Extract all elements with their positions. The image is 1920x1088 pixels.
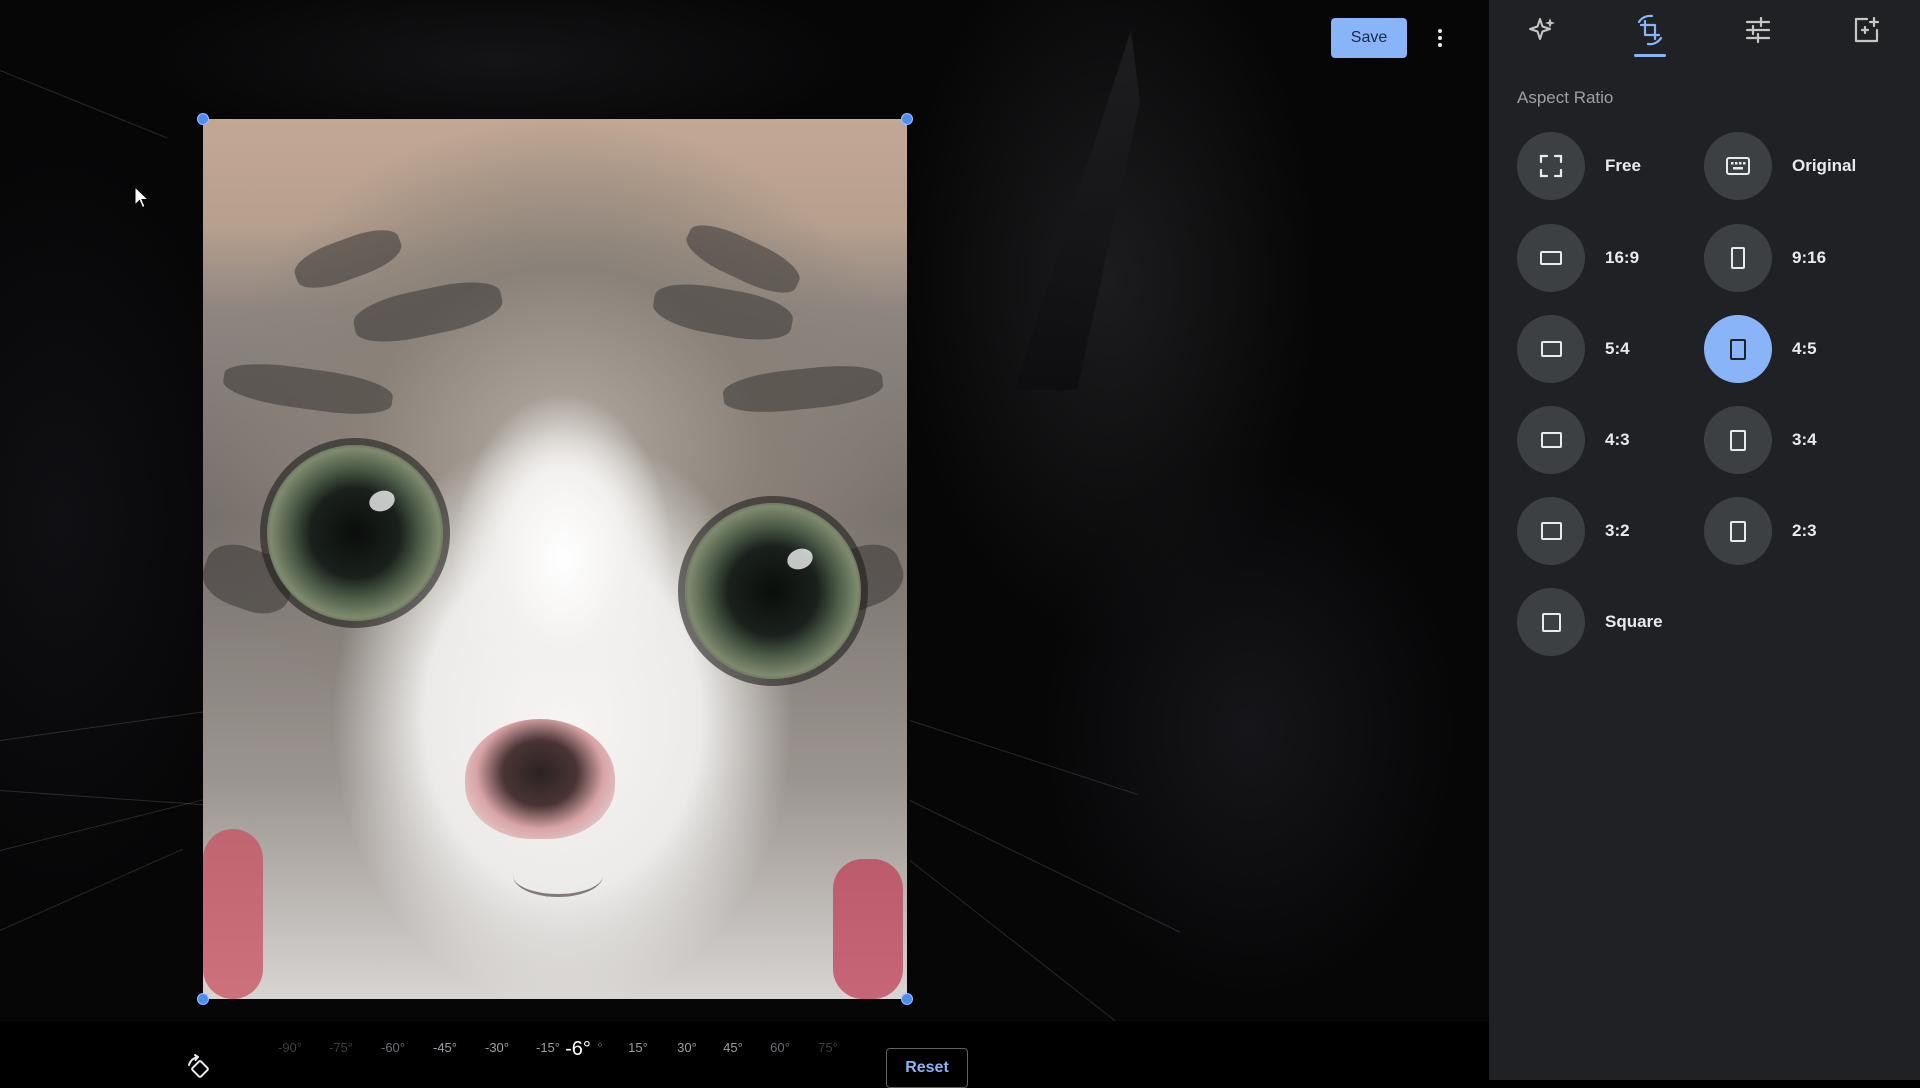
tab-crop-rotate[interactable] [1628, 8, 1672, 52]
rotation-tick: -15° [536, 1040, 560, 1055]
rotation-bar: -90° -75° -60° -45° -30° -15° 15° 30° 45… [0, 1022, 1489, 1088]
crop-region[interactable] [203, 119, 907, 999]
crop-handle-bottom-left[interactable] [197, 993, 209, 1005]
sparkle-icon [1529, 18, 1555, 40]
original-ratio-icon [1726, 157, 1750, 175]
ratio-button-circle [1517, 497, 1585, 565]
rotation-tick: 60° [770, 1040, 790, 1055]
tab-markup[interactable] [1844, 8, 1888, 52]
crop-handle-top-left[interactable] [197, 113, 209, 125]
ratio-option-free[interactable]: Free [1517, 132, 1641, 200]
cat-eye-left [267, 445, 443, 621]
ratio-label: 3:2 [1605, 521, 1630, 540]
ratio-button-circle [1517, 315, 1585, 383]
background-whisker [0, 70, 168, 139]
ratio-button-circle [1704, 497, 1772, 565]
ratio-label: 4:5 [1792, 339, 1817, 358]
ratio-option-4-5[interactable]: 4:5 [1704, 315, 1817, 383]
more-vert-icon[interactable] [1426, 20, 1454, 56]
cat-collar [203, 829, 263, 999]
aspect-ratio-heading: Aspect Ratio [1517, 88, 1614, 107]
ratio-button-circle [1517, 588, 1585, 656]
ratio-button-circle [1704, 224, 1772, 292]
fur-stripe [349, 273, 507, 351]
tab-adjust[interactable] [1736, 8, 1780, 52]
background-whisker [0, 799, 204, 851]
rotation-tick: 15° [628, 1040, 648, 1055]
ratio-button-circle [1517, 224, 1585, 292]
ratio-option-2-3[interactable]: 2:3 [1704, 497, 1817, 565]
ratio-button-circle [1517, 406, 1585, 474]
crop-rotate-icon [1637, 14, 1663, 46]
ratio-label: 2:3 [1792, 521, 1817, 540]
ratio-option-9-16[interactable]: 9:16 [1704, 224, 1826, 292]
ratio-label: Square [1605, 612, 1663, 631]
background-whisker [0, 710, 209, 741]
ratio-label: 16:9 [1605, 248, 1640, 267]
ratio-label: Original [1792, 156, 1857, 175]
rotate-left-icon[interactable] [183, 1053, 215, 1085]
rotation-tick: -90° [278, 1040, 302, 1055]
rotation-tick: 30° [677, 1040, 697, 1055]
background-whisker [0, 790, 210, 806]
cat-mouth [513, 854, 603, 897]
ratio-label: 3:4 [1792, 430, 1817, 449]
cat-eye-right [685, 503, 861, 679]
portrait-ratio-icon [1730, 429, 1746, 451]
background-cat-ear [1014, 30, 1140, 390]
square-ratio-icon [1541, 612, 1561, 632]
free-crop-icon [1539, 154, 1563, 178]
ratio-option-16-9[interactable]: 16:9 [1517, 224, 1639, 292]
ratio-label: 5:4 [1605, 339, 1630, 358]
portrait-ratio-icon [1730, 520, 1746, 542]
fur-stripe [221, 357, 395, 421]
ratio-label: Free [1605, 156, 1641, 175]
cat-nose [465, 719, 615, 839]
background-whisker [909, 720, 1139, 796]
portrait-ratio-icon [1730, 338, 1746, 360]
rotation-tick: 45° [723, 1040, 743, 1055]
fur-stripe [721, 360, 885, 418]
active-tab-indicator [1634, 54, 1666, 57]
reset-button[interactable]: Reset [886, 1048, 968, 1088]
rotation-tick: -30° [485, 1040, 509, 1055]
rotation-tick-suffix: ° [597, 1040, 603, 1055]
ratio-option-4-3[interactable]: 4:3 [1517, 406, 1630, 474]
portrait-ratio-icon [1731, 247, 1745, 269]
ratio-button-circle [1517, 132, 1585, 200]
ratio-option-5-4[interactable]: 5:4 [1517, 315, 1630, 383]
mouse-pointer-icon [134, 186, 150, 209]
ratio-button-circle [1704, 315, 1772, 383]
ratio-label: 4:3 [1605, 430, 1630, 449]
ratio-label: 9:16 [1792, 248, 1827, 267]
ratio-button-circle [1704, 132, 1772, 200]
add-to-photo-icon [1854, 16, 1880, 43]
photo-canvas [0, 0, 1489, 1022]
rotation-current-angle: -6° [565, 1038, 591, 1060]
tune-icon [1745, 16, 1771, 44]
rotation-tick: -75° [329, 1040, 353, 1055]
rotation-tick: -60° [381, 1040, 405, 1055]
cat-collar [833, 859, 903, 999]
background-whisker [0, 848, 183, 931]
landscape-ratio-icon [1540, 432, 1562, 448]
fur-stripe [289, 221, 407, 297]
save-button[interactable]: Save [1331, 18, 1407, 58]
ratio-option-3-4[interactable]: 3:4 [1704, 406, 1817, 474]
landscape-ratio-icon [1540, 341, 1562, 357]
ratio-option-3-2[interactable]: 3:2 [1517, 497, 1630, 565]
ratio-button-circle [1704, 406, 1772, 474]
ratio-option-original[interactable]: Original [1704, 132, 1856, 200]
landscape-ratio-icon [1540, 251, 1562, 265]
rotation-tick: 75° [818, 1040, 838, 1055]
rotation-tick: -45° [433, 1040, 457, 1055]
tab-suggestions[interactable] [1520, 8, 1564, 52]
landscape-ratio-icon [1540, 522, 1562, 540]
background-whisker [909, 800, 1180, 933]
ratio-option-square[interactable]: Square [1517, 588, 1663, 656]
crop-handle-top-right[interactable] [901, 113, 913, 125]
crop-handle-bottom-right[interactable] [901, 993, 913, 1005]
